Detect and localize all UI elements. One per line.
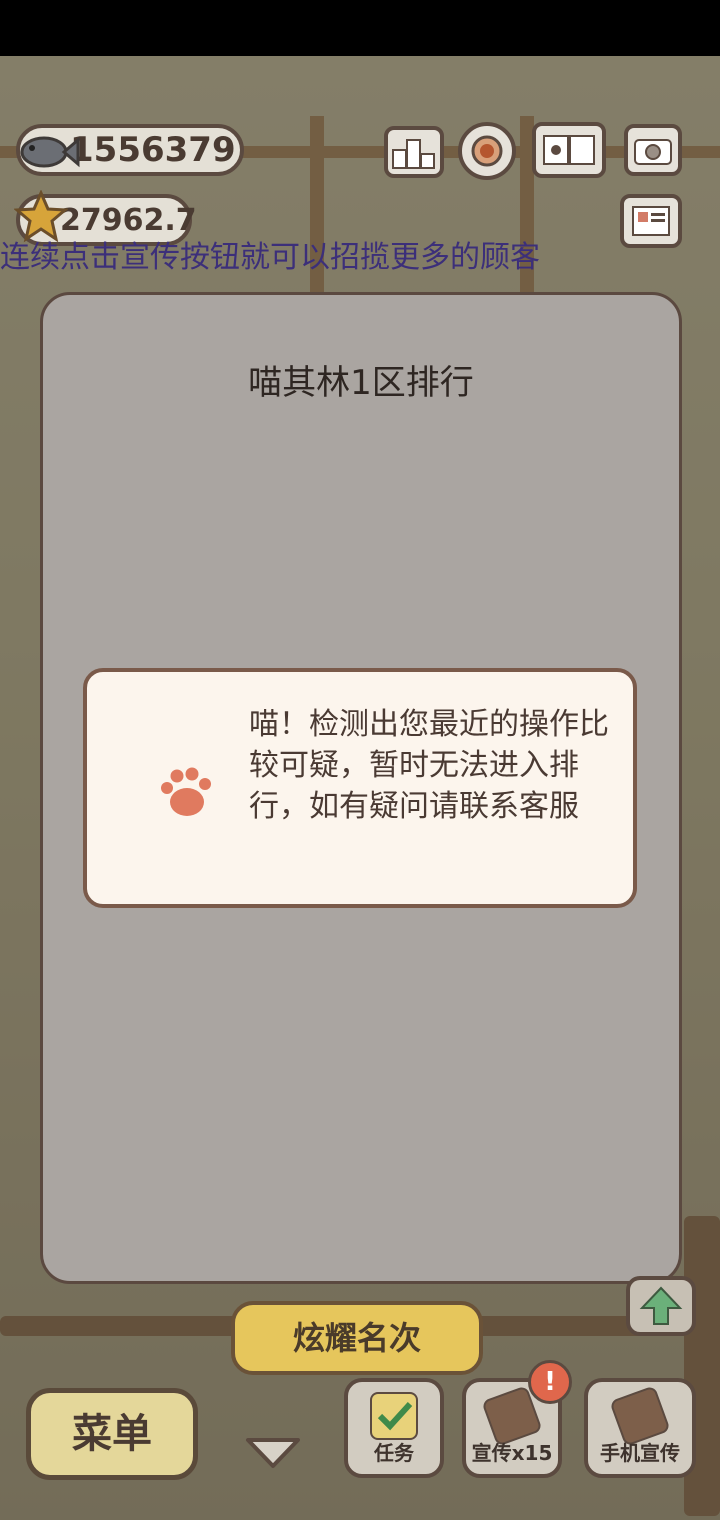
camera-icon[interactable]	[624, 124, 682, 176]
up-arrow-button[interactable]	[626, 1276, 696, 1336]
panel-title: 喵其林1区排行	[248, 363, 474, 403]
chevron-down-icon[interactable]	[244, 1436, 302, 1470]
settings-icon[interactable]	[458, 122, 516, 180]
promo-label: 宣传x15	[471, 1441, 553, 1465]
hint-text: 连续点击宣传按钮就可以招揽更多的顾客	[0, 240, 540, 275]
boast-rank-button[interactable]: 炫耀名次	[231, 1301, 483, 1375]
ranking-icon[interactable]	[384, 126, 444, 178]
fish-icon	[20, 136, 80, 168]
checklist-icon	[370, 1392, 418, 1440]
fish-currency: 1556379	[16, 124, 244, 176]
book-icon[interactable]	[532, 122, 606, 178]
status-bar	[0, 0, 720, 56]
alert-message: 喵！检测出您最近的操作比较可疑，暂时无法进入排行，如有疑问请联系客服	[249, 707, 609, 824]
up-arrow-icon	[639, 1286, 683, 1325]
paw-icon	[161, 767, 211, 816]
suspicious-activity-alert: 喵！检测出您最近的操作比较可疑，暂时无法进入排行，如有疑问请联系客服	[83, 668, 637, 908]
task-button[interactable]: 任务	[344, 1378, 444, 1478]
phone-promo-button[interactable]: 手机宣传	[584, 1378, 696, 1478]
phone-promo-label: 手机宣传	[600, 1441, 680, 1465]
newspaper-icon[interactable]	[620, 194, 682, 248]
fish-count: 1556379	[70, 130, 236, 170]
menu-button[interactable]: 菜单	[26, 1388, 198, 1480]
notification-badge: !	[528, 1360, 572, 1404]
task-label: 任务	[374, 1441, 414, 1465]
